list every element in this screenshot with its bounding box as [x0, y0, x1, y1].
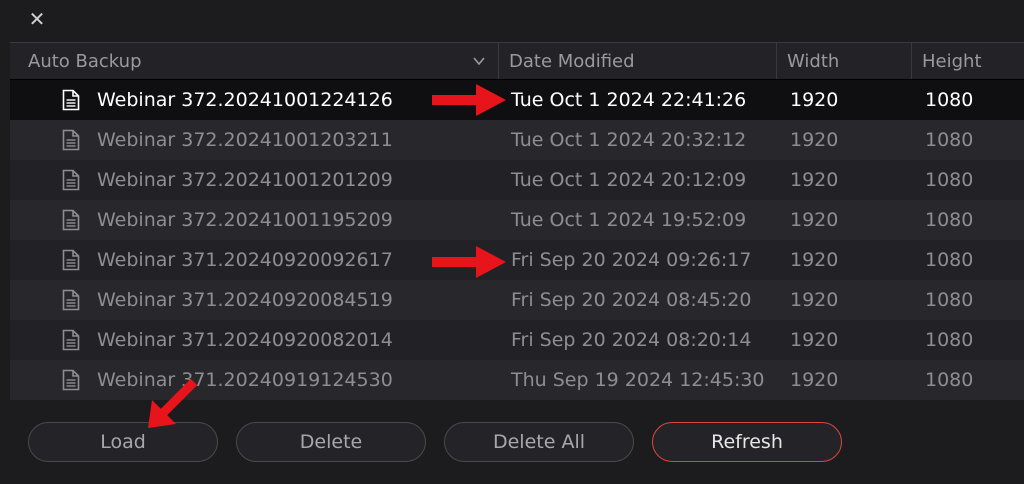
height-value: 1080	[925, 89, 974, 111]
table-row[interactable]: Webinar 371.20240920092617 Fri Sep 20 202…	[10, 240, 1024, 280]
table-row[interactable]: Webinar 372.20241001203211 Tue Oct 1 2024…	[10, 120, 1024, 160]
table-row[interactable]: Webinar 372.20241001201209 Tue Oct 1 2024…	[10, 160, 1024, 200]
width-value: 1920	[790, 329, 839, 351]
table-row[interactable]: Webinar 372.20241001195209 Tue Oct 1 2024…	[10, 200, 1024, 240]
width-value: 1920	[790, 249, 839, 271]
table-body: Webinar 372.20241001224126 Tue Oct 1 2024…	[10, 80, 1024, 400]
date-modified: Fri Sep 20 2024 08:45:20	[511, 289, 752, 311]
document-icon	[62, 280, 82, 320]
table-header: Auto Backup Date Modified Width Height	[10, 43, 1024, 80]
refresh-button[interactable]: Refresh	[652, 422, 842, 462]
height-value: 1080	[925, 209, 974, 231]
height-value: 1080	[925, 249, 974, 271]
date-modified: Fri Sep 20 2024 09:26:17	[511, 249, 752, 271]
column-header-height[interactable]: Height	[911, 43, 1024, 79]
table-row[interactable]: Webinar 371.20240920082014 Fri Sep 20 202…	[10, 320, 1024, 360]
backup-name: Webinar 372.20241001224126	[97, 89, 393, 111]
width-value: 1920	[790, 289, 839, 311]
width-value: 1920	[790, 89, 839, 111]
delete-all-button[interactable]: Delete All	[444, 422, 634, 462]
close-icon[interactable]: ✕	[24, 6, 50, 32]
auto-backup-dialog: ✕ Auto Backup Date Modified Width Height…	[0, 0, 1024, 484]
height-value: 1080	[925, 129, 974, 151]
table-row[interactable]: Webinar 371.20240920084519 Fri Sep 20 202…	[10, 280, 1024, 320]
document-icon	[62, 240, 82, 280]
width-value: 1920	[790, 129, 839, 151]
backup-name: Webinar 371.20240920084519	[97, 289, 393, 311]
height-value: 1080	[925, 289, 974, 311]
chevron-down-icon[interactable]	[472, 54, 486, 68]
backup-name: Webinar 371.20240920092617	[97, 249, 393, 271]
red-arrow-icon	[148, 378, 198, 428]
date-modified: Tue Oct 1 2024 22:41:26	[511, 89, 747, 111]
title-bar: ✕	[0, 0, 1024, 42]
document-icon	[62, 320, 82, 360]
red-arrow-icon	[432, 246, 506, 278]
date-modified: Tue Oct 1 2024 19:52:09	[511, 209, 747, 231]
height-value: 1080	[925, 329, 974, 351]
document-icon	[62, 360, 82, 400]
date-modified: Thu Sep 19 2024 12:45:30	[511, 369, 765, 391]
date-modified: Fri Sep 20 2024 08:20:14	[511, 329, 752, 351]
width-value: 1920	[790, 209, 839, 231]
column-header-auto-backup[interactable]: Auto Backup	[18, 43, 496, 79]
backup-name: Webinar 371.20240920082014	[97, 329, 393, 351]
width-value: 1920	[790, 169, 839, 191]
backup-name: Webinar 372.20241001195209	[97, 209, 393, 231]
column-header-date-modified[interactable]: Date Modified	[498, 43, 776, 79]
backup-name: Webinar 372.20241001201209	[97, 169, 393, 191]
delete-button[interactable]: Delete	[236, 422, 426, 462]
red-arrow-icon	[432, 84, 506, 116]
backup-name: Webinar 372.20241001203211	[97, 129, 393, 151]
date-modified: Tue Oct 1 2024 20:12:09	[511, 169, 747, 191]
date-modified: Tue Oct 1 2024 20:32:12	[511, 129, 747, 151]
document-icon	[62, 160, 82, 200]
document-icon	[62, 120, 82, 160]
document-icon	[62, 80, 82, 120]
height-value: 1080	[925, 169, 974, 191]
height-value: 1080	[925, 369, 974, 391]
column-header-width[interactable]: Width	[776, 43, 911, 79]
table-row[interactable]: Webinar 372.20241001224126 Tue Oct 1 2024…	[10, 80, 1024, 120]
width-value: 1920	[790, 369, 839, 391]
backup-table: Auto Backup Date Modified Width Height W…	[10, 42, 1024, 401]
document-icon	[62, 200, 82, 240]
